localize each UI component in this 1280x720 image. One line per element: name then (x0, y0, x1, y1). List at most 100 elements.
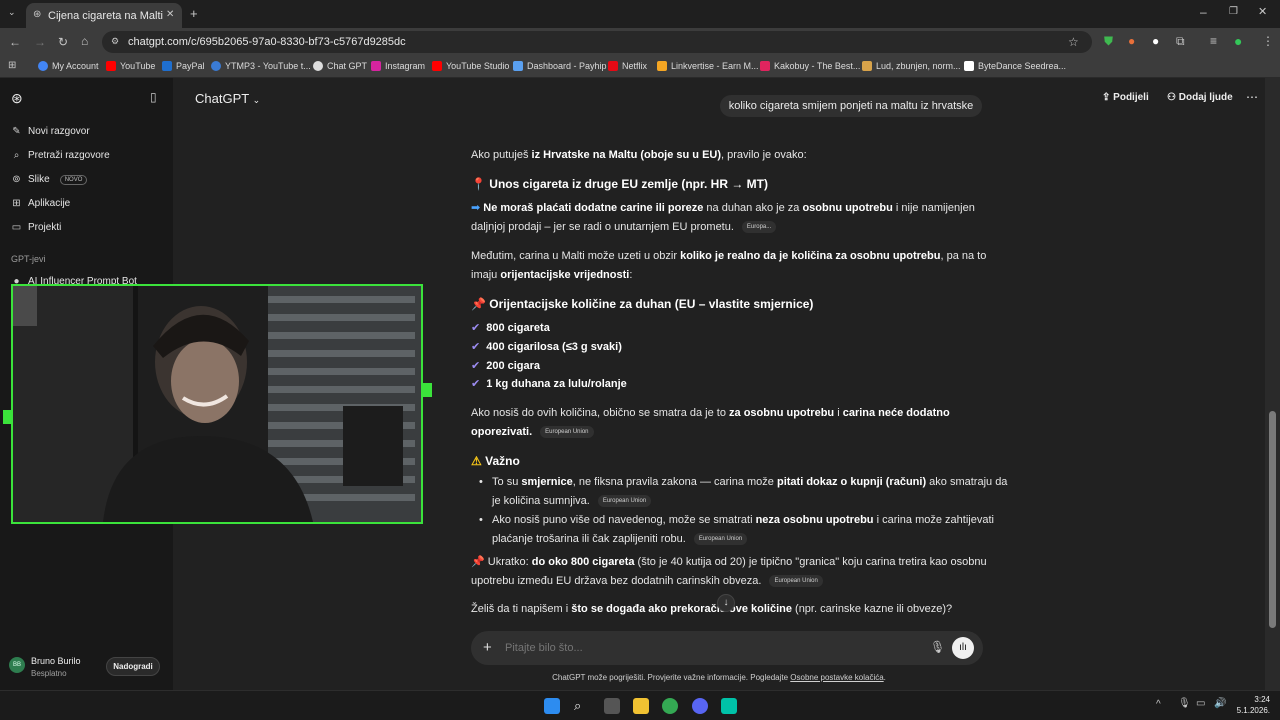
bookmark-netflix[interactable]: Netflix (608, 61, 647, 71)
gpts-section-label: GPT-jevi (11, 254, 46, 264)
heading-important: ⚠ Važno (471, 454, 520, 468)
system-clock[interactable]: 3:24 5.1.2026. (1237, 694, 1270, 716)
paragraph-however-line2: imaju orijentacijske vrijednosti: (471, 269, 633, 281)
webcam-resize-handle-left[interactable] (3, 410, 13, 424)
webcam-resize-handle-right[interactable] (422, 383, 432, 397)
volume-icon[interactable]: 🔊 (1214, 699, 1226, 709)
sidebar-item-projects[interactable]: ▭ Projekti (11, 222, 62, 233)
apps-grid-icon[interactable]: ⊞ (8, 61, 16, 71)
extension-white-icon[interactable]: ● (1152, 35, 1159, 47)
user-message: koliko cigareta smijem ponjeti na maltu … (720, 95, 982, 117)
toggle-sidebar-icon[interactable]: ▯ (150, 91, 157, 103)
plus-icon[interactable]: + (483, 640, 492, 655)
more-options-icon[interactable]: ⋯ (1246, 90, 1258, 104)
bookmark-youtube[interactable]: YouTube (106, 61, 155, 71)
bullet-guidelines-line2: je količina sumnjiva. European Union (492, 492, 652, 511)
bullet-excess-line2: plaćanje trošarina ili čak zaplijeniti r… (492, 530, 748, 549)
tab-title: Cijena cigareta na Malti (48, 9, 163, 22)
bookmark-ytmp3[interactable]: YTMP3 - YouTube t... (211, 61, 311, 71)
back-icon[interactable]: ← (9, 36, 21, 48)
app-icon[interactable] (721, 698, 737, 714)
browser-menu-icon[interactable]: ⋮ (1262, 35, 1274, 47)
bookmark-star-icon[interactable]: ☆ (1068, 36, 1079, 48)
sidebar-item-new-chat[interactable]: ✎ Novi razgovor (11, 126, 89, 137)
home-icon[interactable]: ⌂ (81, 35, 88, 47)
warning-icon: ⚠ (471, 454, 482, 468)
windows-start-icon[interactable] (544, 698, 560, 714)
model-selector[interactable]: ChatGPT ⌄ (195, 91, 260, 106)
chevron-down-icon: ⌄ (252, 95, 261, 105)
media-icon[interactable]: ≡ (1210, 35, 1217, 47)
pushpin-icon: 📌 (471, 556, 485, 568)
address-bar[interactable]: ⚙ chatgpt.com/c/695b2065-97a0-8330-bf73-… (102, 31, 1092, 53)
bookmark-youtube-studio[interactable]: YouTube Studio (432, 61, 509, 71)
pushpin-icon: 📌 (471, 297, 486, 311)
tray-monitor-icon[interactable]: ▭ (1196, 699, 1205, 709)
browser-tab-bar: ⌄ ⊛ Cijena cigareta na Malti ✕ + – ❐ ✕ (0, 0, 1280, 28)
discord-icon[interactable] (692, 698, 708, 714)
cookie-settings-link[interactable]: Osobne postavke kolačića (790, 673, 883, 682)
forward-icon[interactable]: → (34, 36, 46, 48)
webcam-overlay[interactable] (11, 284, 423, 524)
reload-icon[interactable]: ↻ (58, 36, 68, 48)
file-explorer-icon[interactable] (633, 698, 649, 714)
taskbar-search-icon[interactable]: ⌕ (574, 698, 590, 714)
source-tag[interactable]: European Union (540, 426, 594, 439)
extension-orange-icon[interactable]: ● (1128, 35, 1135, 47)
task-view-icon[interactable] (604, 698, 620, 714)
close-window-icon[interactable]: ✕ (1258, 7, 1267, 18)
voice-mode-button[interactable]: ılı (952, 637, 974, 659)
bookmark-my-account[interactable]: My Account (38, 61, 99, 71)
source-tag[interactable]: Europa... (741, 221, 777, 234)
tray-mic-icon[interactable]: 🎙 (1178, 699, 1191, 709)
source-tag[interactable]: European Union (769, 575, 823, 588)
bookmark-instagram[interactable]: Instagram (371, 61, 425, 71)
new-tab-icon[interactable]: + (190, 7, 198, 20)
browser-tab[interactable]: ⊛ Cijena cigareta na Malti ✕ (26, 3, 182, 28)
bookmark-lud[interactable]: Lud, zbunjen, norm... (862, 61, 961, 71)
answer-intro: Ako putuješ iz Hrvatske na Maltu (oboje … (471, 149, 807, 161)
list-item: ✔ 200 cigara (471, 360, 541, 372)
sidebar-item-apps[interactable]: ⊞ Aplikacije (11, 198, 70, 209)
pin-icon: 📍 (471, 177, 486, 191)
chrome-icon[interactable] (662, 698, 678, 714)
scroll-down-icon[interactable]: ↓ (717, 594, 735, 612)
microphone-icon[interactable]: 🎙 (930, 641, 945, 653)
upgrade-button[interactable]: Nadogradi (106, 657, 160, 676)
close-tab-icon[interactable]: ✕ (166, 10, 174, 20)
site-info-icon[interactable]: ⚙ (111, 37, 119, 46)
bookmark-paypal[interactable]: PayPal (162, 61, 205, 71)
add-people-button[interactable]: ⚇ Dodaj ljude (1167, 92, 1233, 103)
bookmark-payhip[interactable]: Dashboard - Payhip (513, 61, 607, 71)
paragraph-no-duty: ➡ Ne moraš plaćati dodatne carine ili po… (471, 202, 975, 214)
share-button[interactable]: ⇪ Podijeli (1102, 92, 1149, 103)
tab-search-icon[interactable]: ⌄ (8, 8, 16, 17)
extension-shield-icon[interactable]: ⛊ (1104, 35, 1113, 47)
url-text: chatgpt.com/c/695b2065-97a0-8330-bf73-c5… (128, 36, 406, 48)
sidebar-item-images[interactable]: ⊚ Slike NOVO (11, 174, 88, 185)
bookmark-linkvertise[interactable]: Linkvertise - Earn M... (657, 61, 759, 71)
profile-avatar-icon[interactable]: ● (1234, 34, 1242, 48)
source-tag[interactable]: European Union (597, 495, 652, 508)
paragraph-personal-use-line2: oporezivati. European Union (471, 423, 594, 442)
bookmark-bytedance[interactable]: ByteDance Seedrea... (964, 61, 1066, 71)
scrollbar-thumb[interactable] (1269, 411, 1276, 628)
openai-logo-icon[interactable]: ⊛ (11, 91, 23, 105)
folder-icon: ▭ (11, 222, 22, 233)
sidebar-item-search[interactable]: ⌕ Pretraži razgovore (11, 150, 110, 161)
new-badge: NOVO (59, 174, 88, 185)
scrollbar[interactable] (1265, 78, 1280, 690)
list-item: ✔ 800 cigareta (471, 322, 550, 334)
bookmark-chatgpt[interactable]: Chat GPT (313, 61, 367, 71)
composer[interactable]: + 🎙 ılı (471, 631, 983, 665)
minimize-icon[interactable]: – (1200, 6, 1207, 18)
maximize-icon[interactable]: ❐ (1229, 7, 1238, 17)
avatar[interactable]: BB (9, 657, 25, 673)
bookmark-kakobuy[interactable]: Kakobuy - The Best... (760, 61, 860, 71)
prompt-input[interactable] (505, 639, 885, 657)
share-icon: ⇪ (1102, 92, 1111, 103)
source-tag[interactable]: European Union (693, 533, 748, 546)
tray-expand-icon[interactable]: ^ (1156, 700, 1161, 710)
youtube-studio-icon (432, 61, 442, 71)
extensions-puzzle-icon[interactable]: ⧉ (1176, 35, 1185, 47)
